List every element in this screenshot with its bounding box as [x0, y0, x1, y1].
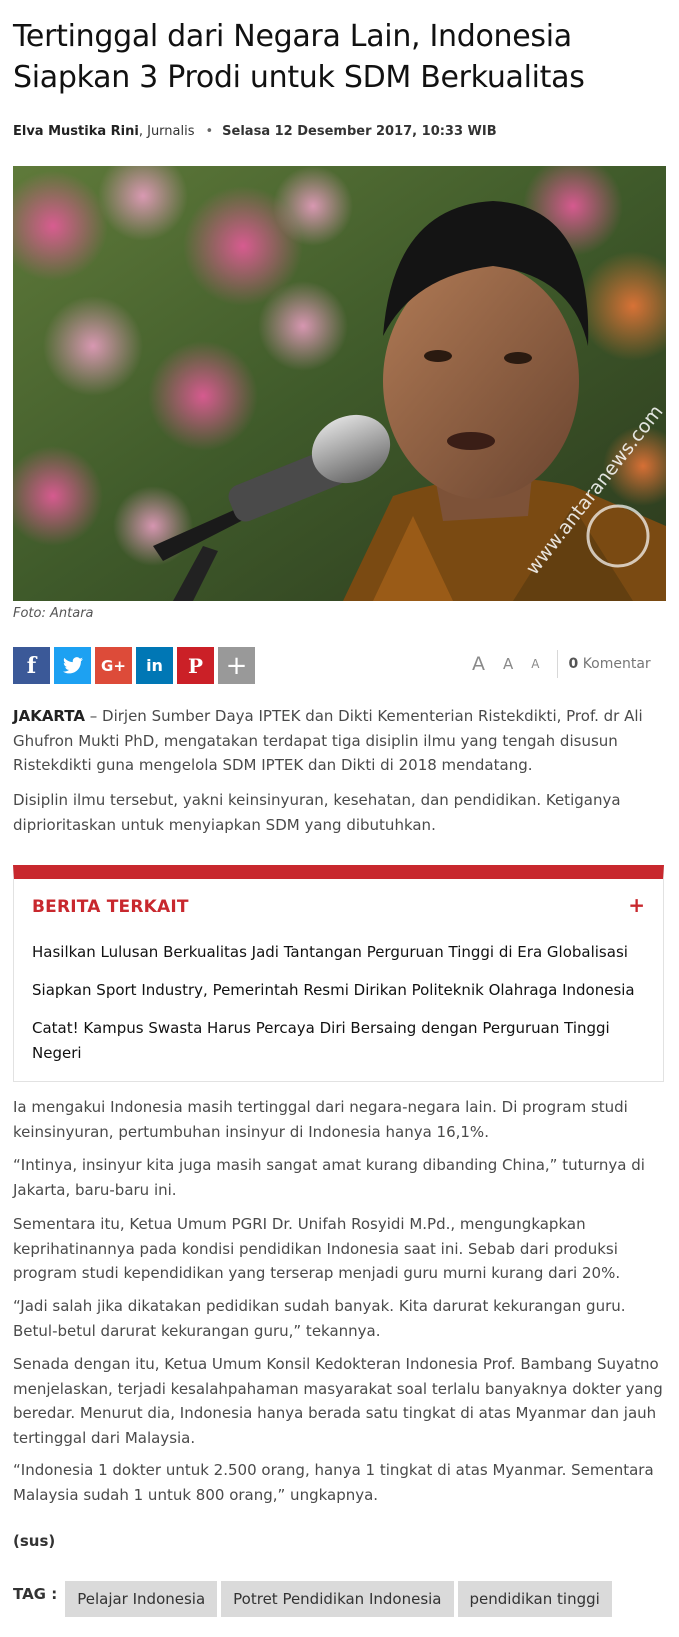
- font-size-small-button[interactable]: A: [531, 657, 539, 671]
- twitter-icon: [62, 657, 83, 674]
- photo-caption: Foto: Antara: [13, 606, 94, 621]
- share-pinterest-button[interactable]: P: [177, 647, 214, 684]
- share-linkedin-button[interactable]: in: [136, 647, 173, 684]
- dateline-location: JAKARTA: [13, 707, 85, 725]
- google-plus-icon: G+: [101, 656, 126, 675]
- related-news-link[interactable]: Siapkan Sport Industry, Pemerintah Resmi…: [32, 978, 637, 1003]
- related-news-box: BERITA TERKAIT + Hasilkan Lulusan Berkua…: [13, 865, 664, 1082]
- article-paragraph: “Jadi salah jika dikatakan pedidikan sud…: [13, 1297, 626, 1340]
- photo-illustration: www.antaranews.com: [13, 166, 666, 601]
- share-google-plus-button[interactable]: G+: [95, 647, 132, 684]
- tag-label: TAG :: [13, 1585, 58, 1603]
- comment-label: Komentar: [582, 656, 651, 672]
- article-paragraph: “Indonesia 1 dokter untuk 2.500 orang, h…: [13, 1461, 654, 1504]
- tag-list: TAG : Pelajar Indonesia Potret Pendidika…: [13, 1581, 616, 1617]
- author-name[interactable]: Elva Mustika Rini: [13, 124, 139, 139]
- article-photo: www.antaranews.com: [13, 166, 666, 601]
- article-paragraph: Disiplin ilmu tersebut, yakni keinsinyur…: [13, 791, 621, 834]
- tools-divider: [557, 650, 559, 678]
- linkedin-icon: in: [146, 656, 163, 675]
- article-page: Tertinggal dari Negara Lain, Indonesia S…: [0, 0, 679, 1637]
- article-paragraph: JAKARTA – Dirjen Sumber Daya IPTEK dan D…: [13, 704, 663, 778]
- article-paragraph: Sementara itu, Ketua Umum PGRI Dr. Unifa…: [13, 1215, 621, 1282]
- article-paragraph: Ia mengakui Indonesia masih tertinggal d…: [13, 1098, 628, 1141]
- related-news-toggle[interactable]: +: [628, 893, 645, 917]
- byline: Elva Mustika Rini, Jurnalis • Selasa 12 De…: [13, 122, 497, 142]
- tag-item[interactable]: Pelajar Indonesia: [65, 1581, 218, 1617]
- facebook-icon: f: [26, 652, 37, 679]
- pinterest-icon: P: [187, 653, 204, 678]
- comment-link[interactable]: 0 Komentar: [568, 656, 650, 672]
- byline-separator: •: [205, 124, 214, 139]
- article-paragraph: “Intinya, insinyur kita juga masih sanga…: [13, 1156, 645, 1199]
- share-bar: f G+ in P +: [13, 647, 259, 684]
- article-signoff: (sus): [13, 1532, 56, 1550]
- publish-date: Selasa 12 Desember 2017, 10:33 WIB: [222, 124, 497, 139]
- share-more-button[interactable]: +: [218, 647, 255, 684]
- share-facebook-button[interactable]: f: [13, 647, 50, 684]
- related-news-link[interactable]: Hasilkan Lulusan Berkualitas Jadi Tantan…: [32, 940, 637, 965]
- font-size-medium-button[interactable]: A: [503, 655, 513, 673]
- related-news-link[interactable]: Catat! Kampus Swasta Harus Percaya Diri …: [32, 1016, 637, 1066]
- article-paragraph: Senada dengan itu, Ketua Umum Konsil Ked…: [13, 1355, 663, 1447]
- article-tools: A A A 0 Komentar: [472, 648, 651, 680]
- comment-count: 0: [568, 656, 579, 672]
- author-role: , Jurnalis: [138, 124, 195, 139]
- share-twitter-button[interactable]: [54, 647, 91, 684]
- plus-icon: +: [225, 650, 248, 681]
- related-news-heading: BERITA TERKAIT: [32, 897, 189, 917]
- tag-item[interactable]: pendidikan tinggi: [457, 1581, 612, 1617]
- article-title: Tertinggal dari Negara Lain, Indonesia S…: [13, 19, 585, 95]
- font-size-large-button[interactable]: A: [472, 653, 485, 675]
- tag-item[interactable]: Potret Pendidikan Indonesia: [221, 1581, 454, 1617]
- paragraph-text: – Dirjen Sumber Daya IPTEK dan Dikti Kem…: [13, 707, 643, 774]
